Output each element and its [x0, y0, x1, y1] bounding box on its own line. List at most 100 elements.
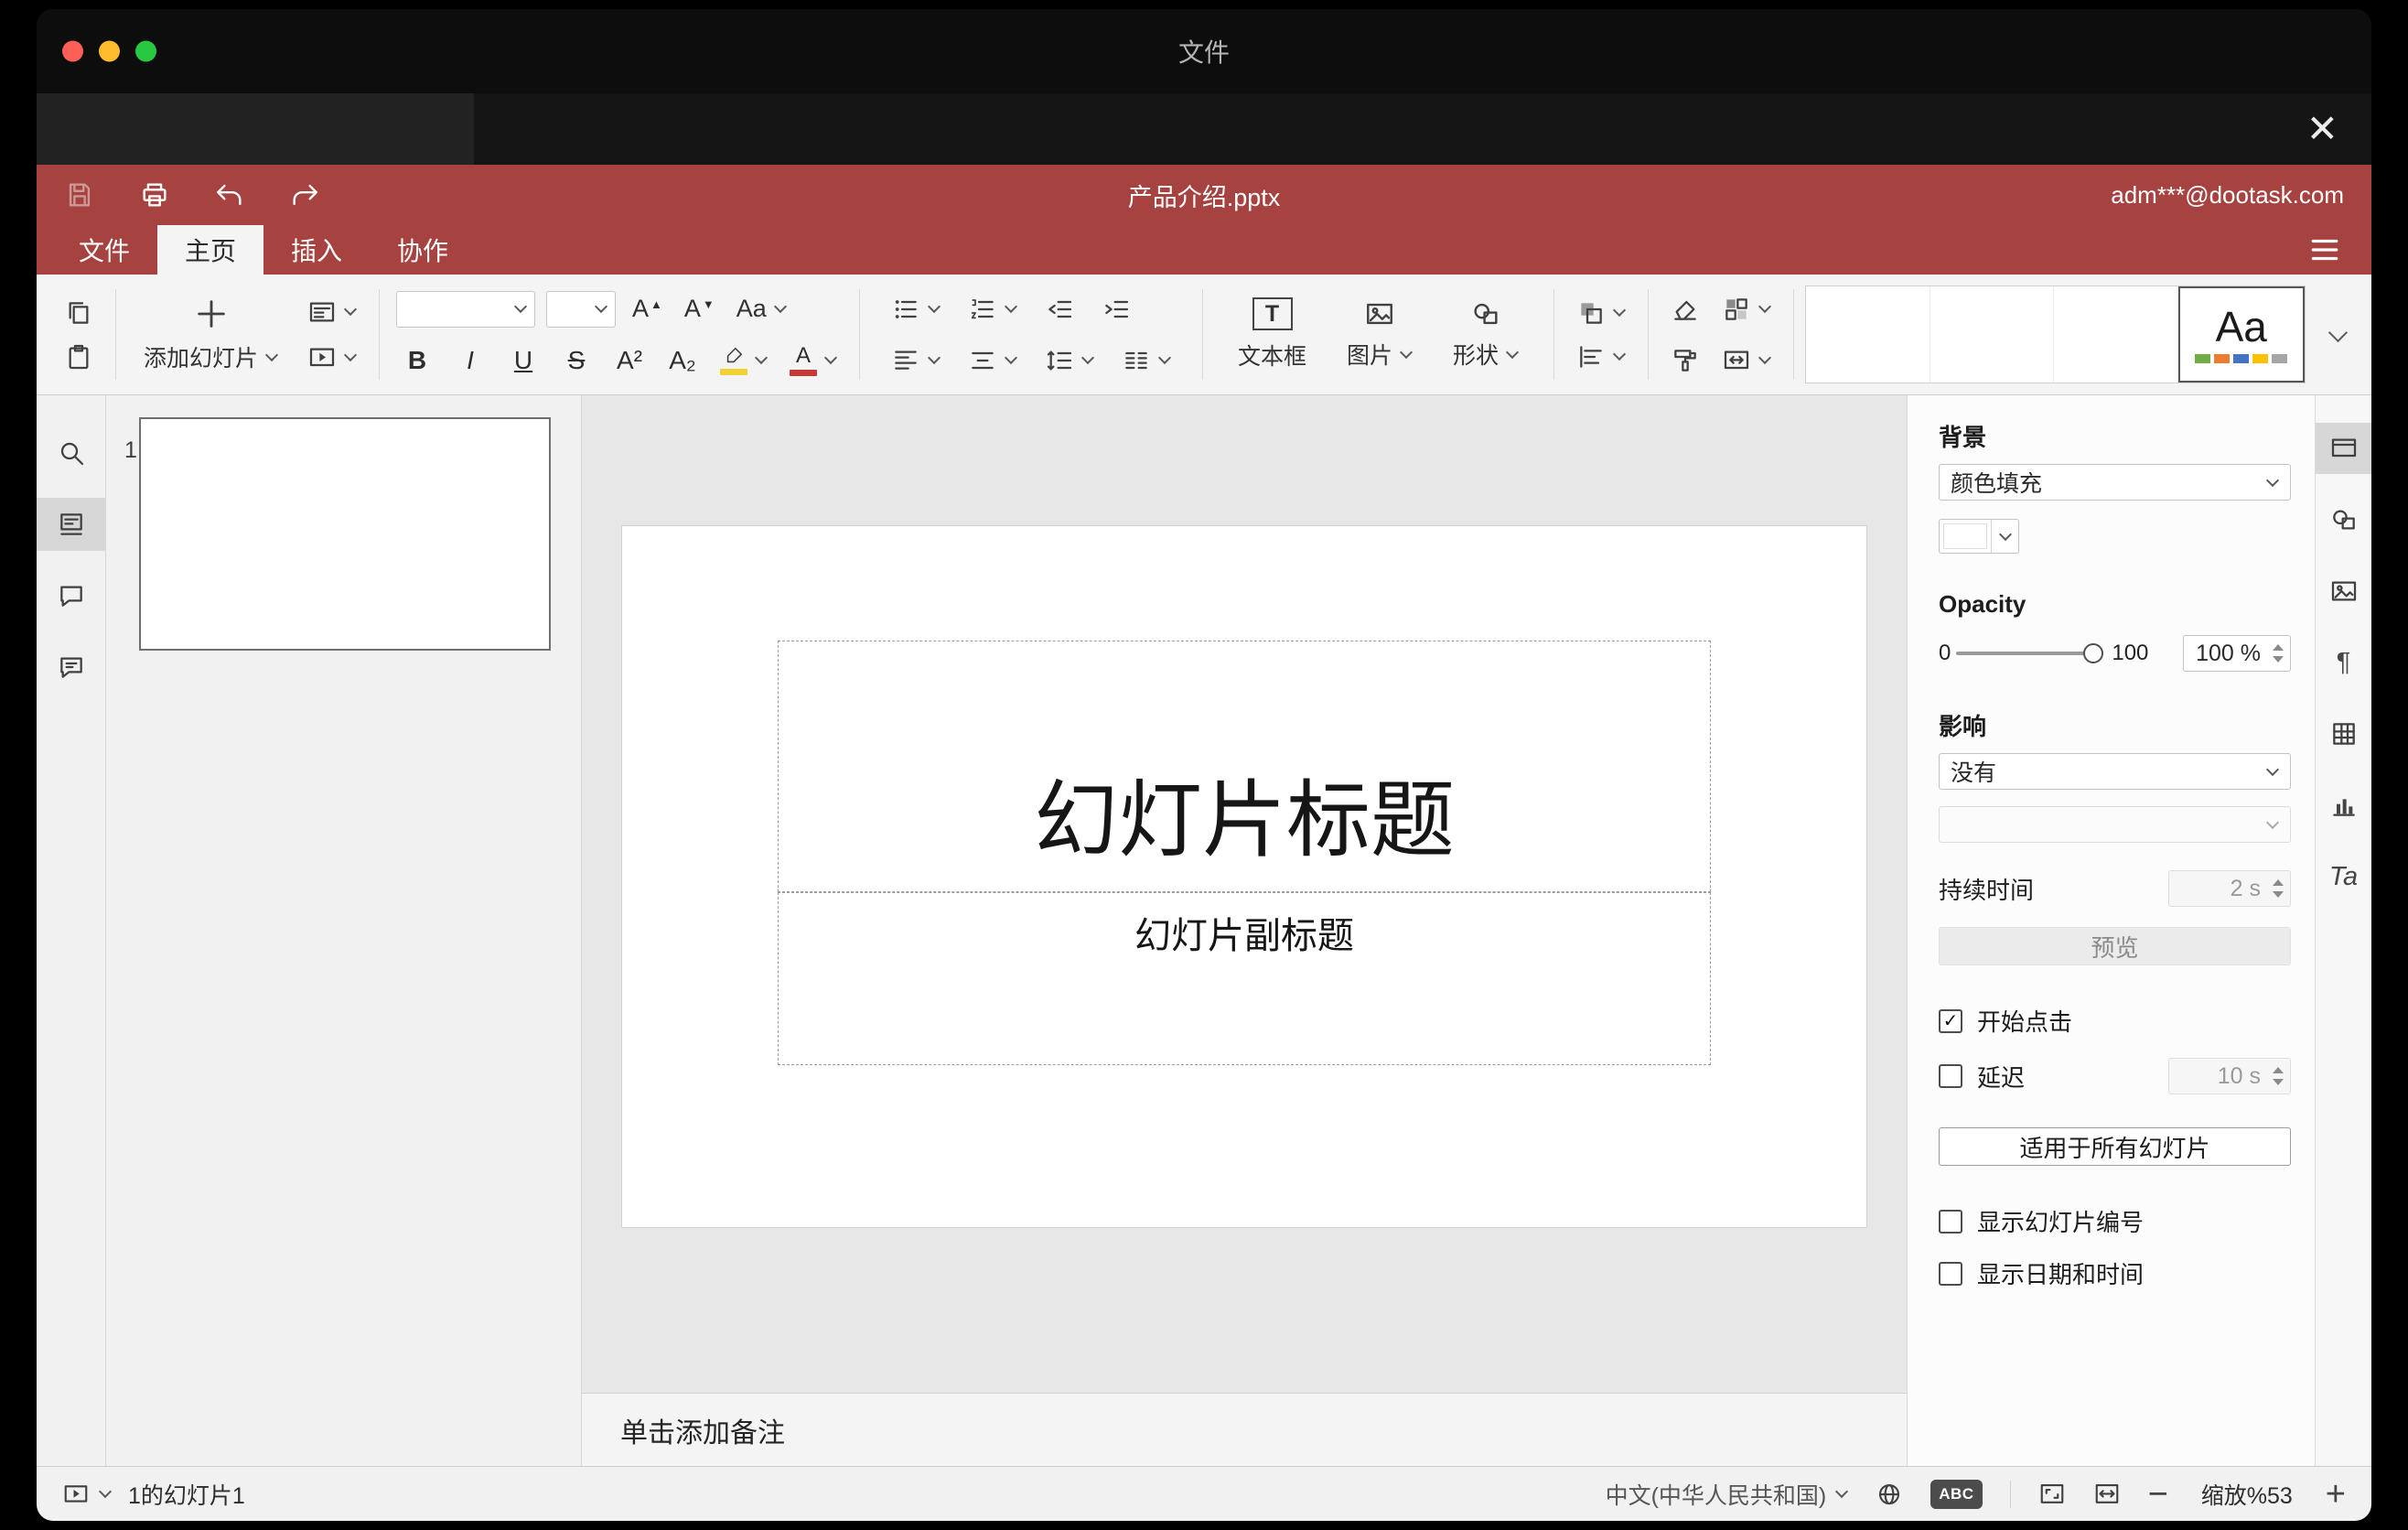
color-scheme-button[interactable]	[1716, 291, 1777, 328]
fit-slide-button[interactable]	[2038, 1481, 2066, 1508]
slide-layout-button[interactable]	[302, 294, 362, 330]
fit-width-button[interactable]	[2093, 1481, 2121, 1508]
image-settings-tab[interactable]	[2316, 566, 2372, 617]
table-settings-tab[interactable]	[2316, 708, 2372, 760]
decrease-font-button[interactable]: A ▼	[679, 293, 720, 325]
window-zoom-button[interactable]	[135, 40, 156, 62]
theme-option[interactable]	[2054, 286, 2178, 382]
copy-style-button[interactable]	[1665, 342, 1705, 379]
strikethrough-button[interactable]: S	[555, 340, 597, 381]
slide-settings-tab[interactable]	[2315, 423, 2371, 474]
slide[interactable]: 幻灯片标题 幻灯片副标题	[622, 526, 1866, 1227]
italic-button[interactable]: I	[449, 340, 491, 381]
menu-button[interactable]	[2307, 225, 2357, 275]
tab-file[interactable]: 文件	[51, 225, 157, 275]
background-fill-select[interactable]: 颜色填充	[1939, 464, 2291, 501]
chevron-down-icon	[1998, 527, 2012, 542]
zoom-out-button[interactable]: −	[2148, 1477, 2168, 1512]
font-name-select[interactable]	[396, 290, 536, 328]
insert-image-button[interactable]: 图片	[1336, 298, 1424, 371]
tab-home[interactable]: 主页	[157, 225, 264, 275]
shape-settings-tab[interactable]	[2316, 494, 2372, 545]
duration-input[interactable]: 2 s	[2168, 870, 2291, 907]
numbering-button[interactable]	[962, 291, 1023, 328]
save-button[interactable]	[64, 179, 95, 210]
language-select[interactable]: 中文(中华人民共和国)	[1606, 1478, 1849, 1511]
columns-button[interactable]	[1116, 342, 1177, 379]
preview-button[interactable]: 预览	[1939, 927, 2291, 965]
start-slideshow-status-button[interactable]	[62, 1481, 113, 1508]
redo-button[interactable]	[289, 179, 320, 210]
spin-up-icon[interactable]	[2273, 1067, 2284, 1073]
show-date-time-checkbox[interactable]: 显示日期和时间	[1939, 1256, 2291, 1290]
bullets-button[interactable]	[886, 291, 946, 328]
theme-option[interactable]	[1806, 286, 1930, 382]
comments-button[interactable]	[37, 569, 106, 622]
slides-panel-button[interactable]	[37, 498, 106, 551]
slide-canvas-area[interactable]: 幻灯片标题 幻灯片副标题	[582, 395, 1907, 1393]
undo-button[interactable]	[214, 179, 245, 210]
clear-style-button[interactable]	[1665, 291, 1705, 328]
delay-input[interactable]: 10 s	[2168, 1058, 2291, 1094]
paste-button[interactable]	[59, 339, 99, 375]
theme-option[interactable]	[1930, 286, 2055, 382]
apply-to-all-button[interactable]: 适用于所有幻灯片	[1939, 1127, 2291, 1166]
close-icon[interactable]: ✕	[2306, 110, 2338, 148]
underline-button[interactable]: U	[502, 340, 544, 381]
print-button[interactable]	[139, 179, 170, 210]
window-minimize-button[interactable]	[99, 40, 120, 62]
spin-down-icon[interactable]	[2273, 1079, 2284, 1085]
increase-font-button[interactable]: A ▲	[627, 293, 668, 325]
spin-up-icon[interactable]	[2273, 644, 2284, 651]
background-color-picker[interactable]	[1939, 519, 2019, 554]
document-language-button[interactable]	[1876, 1481, 1903, 1508]
theme-option-selected[interactable]: Aa	[2177, 286, 2305, 382]
start-slideshow-button[interactable]	[302, 339, 362, 376]
opacity-slider[interactable]	[1956, 643, 2104, 663]
horizontal-align-button[interactable]	[886, 342, 946, 379]
insert-shape-button[interactable]: 形状	[1442, 298, 1530, 371]
effect-type-select[interactable]	[1939, 806, 2291, 843]
increase-indent-button[interactable]	[1096, 291, 1136, 328]
paragraph-settings-tab[interactable]: ¶	[2316, 637, 2372, 688]
delay-checkbox[interactable]: 延迟	[1939, 1060, 2025, 1094]
title-placeholder[interactable]: 幻灯片标题	[778, 641, 1711, 892]
theme-gallery-expand-button[interactable]	[2311, 280, 2360, 389]
chart-settings-tab[interactable]	[2316, 780, 2372, 831]
slide-size-button[interactable]	[1716, 342, 1777, 379]
zoom-in-button[interactable]: +	[2326, 1477, 2346, 1512]
spin-down-icon[interactable]	[2273, 891, 2284, 898]
decrease-indent-button[interactable]	[1039, 291, 1080, 328]
subtitle-placeholder[interactable]: 幻灯片副标题	[778, 892, 1711, 1065]
arrange-shape-button[interactable]	[1571, 295, 1631, 331]
highlight-color-button[interactable]	[715, 342, 773, 379]
effect-select[interactable]: 没有	[1939, 753, 2291, 790]
start-on-click-checkbox[interactable]: ✓ 开始点击	[1939, 1004, 2291, 1038]
notes-area[interactable]: 单击添加备注	[582, 1393, 1907, 1466]
tab-collaboration[interactable]: 协作	[370, 225, 476, 275]
spellcheck-toggle[interactable]: ABC	[1930, 1479, 1983, 1509]
show-slide-number-checkbox[interactable]: 显示幻灯片编号	[1939, 1204, 2291, 1238]
align-shape-button[interactable]	[1571, 339, 1631, 375]
tab-insert[interactable]: 插入	[263, 225, 370, 275]
opacity-slider-knob[interactable]	[2083, 643, 2104, 663]
add-slide-button[interactable]: 添加幻灯片	[133, 296, 289, 373]
copy-button[interactable]	[59, 295, 99, 331]
search-button[interactable]	[37, 426, 106, 479]
vertical-align-button[interactable]	[962, 342, 1023, 379]
spin-down-icon[interactable]	[2273, 656, 2284, 663]
superscript-button[interactable]: A²	[608, 340, 650, 381]
insert-textbox-button[interactable]: T 文本框	[1227, 297, 1317, 372]
opacity-input[interactable]: 100 %	[2183, 635, 2291, 672]
bold-button[interactable]: B	[396, 340, 438, 381]
slide-thumbnail[interactable]	[139, 417, 551, 651]
line-spacing-button[interactable]	[1039, 342, 1100, 379]
spin-up-icon[interactable]	[2273, 879, 2284, 886]
font-size-select[interactable]	[546, 290, 617, 328]
font-color-button[interactable]: A	[784, 341, 843, 380]
change-case-button[interactable]: Aa	[731, 291, 792, 327]
textart-settings-tab[interactable]: Ta	[2316, 851, 2372, 902]
subscript-button[interactable]: A₂	[661, 340, 704, 381]
feedback-button[interactable]	[37, 641, 106, 694]
window-close-button[interactable]	[62, 40, 83, 62]
